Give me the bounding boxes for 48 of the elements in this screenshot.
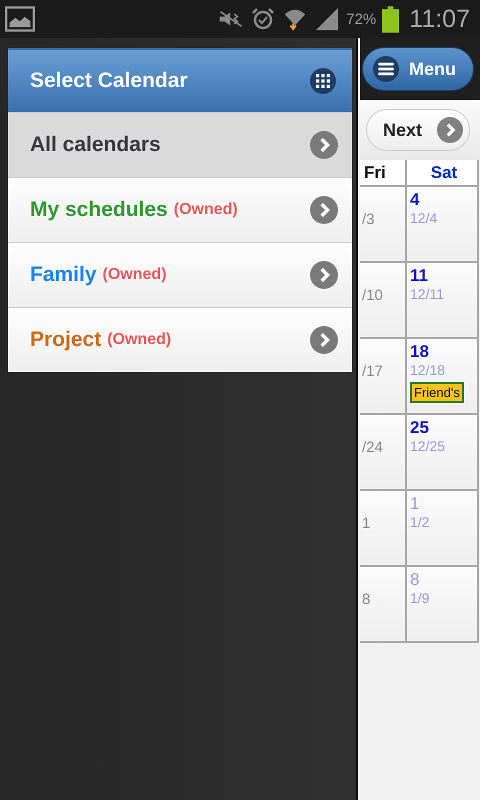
calendar-name: My schedules: [30, 198, 168, 222]
date-label: 12/4: [410, 210, 438, 226]
next-button[interactable]: Next: [366, 109, 470, 151]
date-label: 1: [362, 514, 370, 534]
date-label: 8: [362, 590, 370, 610]
calendar-item[interactable]: All calendars: [8, 112, 352, 177]
calendar-name: All calendars: [30, 133, 161, 157]
calendar-name: Family: [30, 263, 97, 287]
date-label: /17: [362, 362, 383, 382]
owned-label: (Owned): [107, 331, 172, 349]
picture-icon: [5, 6, 35, 32]
day-number: 8: [410, 570, 420, 590]
calendar-name: Project: [30, 328, 102, 352]
date-label: 1/2: [410, 514, 430, 530]
event-chip[interactable]: Friend's: [410, 382, 464, 403]
weekday-header: Fri: [360, 160, 405, 185]
day-number: 4: [410, 190, 420, 210]
day-number: 1: [410, 494, 420, 514]
grid-icon[interactable]: [310, 68, 336, 94]
chevron-right-icon: [310, 326, 338, 354]
chevron-right-icon: [437, 117, 463, 143]
chevron-right-icon: [310, 131, 338, 159]
drawer-title: Select Calendar: [30, 69, 188, 93]
owned-label: (Owned): [174, 201, 238, 219]
calendar-item[interactable]: My schedules (Owned): [8, 177, 352, 242]
signal-icon: [314, 7, 340, 31]
owned-label: (Owned): [102, 266, 167, 284]
battery-percent: 72%: [346, 10, 376, 28]
date-label: 12/18: [410, 362, 446, 378]
date-label: /24: [362, 438, 383, 458]
calendar-item[interactable]: Family (Owned): [8, 242, 352, 307]
day-number: 11: [410, 266, 428, 286]
chevron-right-icon: [310, 261, 338, 289]
day-number: 25: [410, 418, 429, 438]
battery-icon: [382, 6, 400, 32]
clock: 11:07: [409, 4, 470, 34]
menu-button[interactable]: Menu: [362, 47, 474, 91]
weekday-header: Sat: [407, 160, 477, 185]
day-number: 18: [410, 342, 429, 362]
menu-icon: [373, 56, 399, 82]
date-label: 12/11: [410, 286, 444, 302]
date-label: /3: [362, 210, 375, 230]
alarm-icon: [250, 7, 276, 31]
date-label: 12/25: [410, 438, 446, 454]
date-label: 1/9: [410, 590, 430, 606]
calendar-item[interactable]: Project (Owned): [8, 307, 352, 372]
chevron-right-icon: [310, 196, 338, 224]
date-label: /10: [362, 286, 383, 306]
